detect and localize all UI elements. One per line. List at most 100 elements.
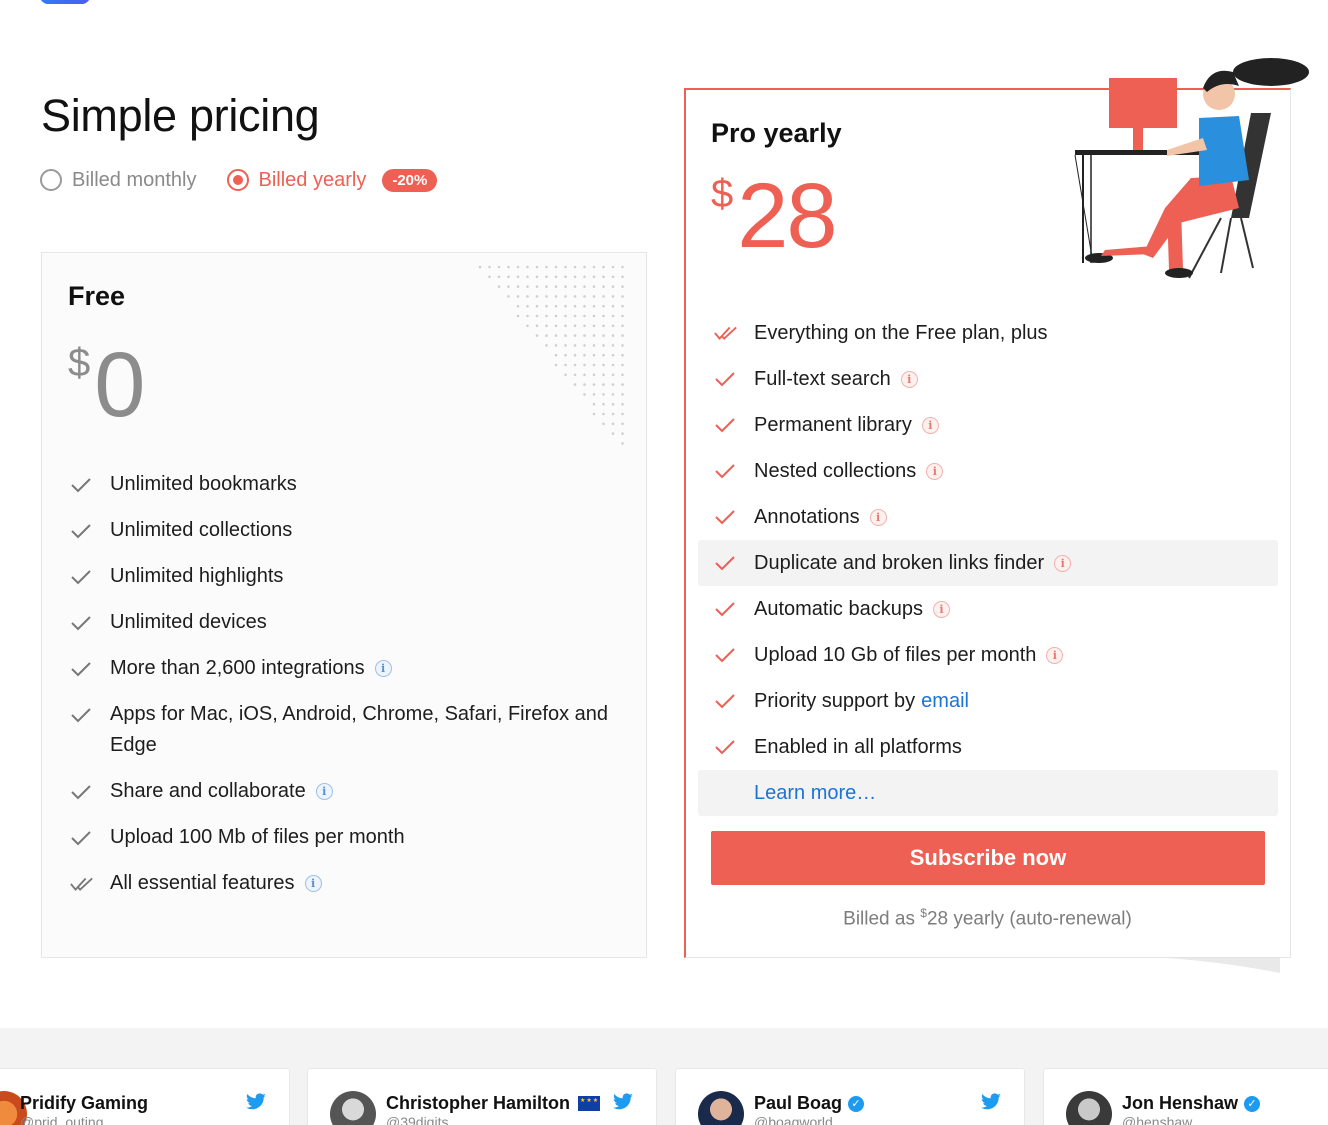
free-feature: Unlimited devices [70,607,630,638]
pro-feature-label: Annotations [754,505,860,528]
learn-more-link[interactable]: Learn more… [698,770,1278,816]
billed-monthly-label: Billed monthly [72,168,197,191]
free-price-amount: 0 [94,334,145,436]
check-icon [70,653,94,684]
pro-feature: Priority support by email [698,678,1278,724]
testimonial-card[interactable]: Paul Boag ✓ @boagworld [675,1068,1025,1125]
billed-yearly-option[interactable]: Billed yearly [226,168,367,192]
pro-feature-label: Duplicate and broken links finder [754,551,1045,574]
info-icon[interactable]: i [900,370,918,388]
testimonial-card[interactable]: Jon Henshaw ✓ @henshaw [1043,1068,1328,1125]
testimonial-handle: @prid_outing [20,1114,104,1125]
testimonial-name: Pridify Gaming [20,1093,149,1113]
pro-feature: Enabled in all platforms [698,724,1278,770]
info-icon[interactable]: i [869,508,887,526]
page-title: Simple pricing [41,90,320,141]
check-icon [714,540,738,586]
card-curl-shadow [1120,955,1280,973]
pro-price-amount: 28 [737,165,837,267]
billed-as-note: Billed as $28 yearly (auto-renewal) [686,906,1289,930]
testimonial-card[interactable]: Christopher Hamilton @39digits [307,1068,657,1125]
free-feature-label: More than 2,600 integrations [110,657,365,679]
check-icon [714,448,738,494]
pro-feature-label: Everything on the Free plan, plus [754,321,1048,344]
billed-yearly-label: Billed yearly [258,168,367,191]
discount-badge: -20% [382,168,438,192]
avatar [330,1091,376,1125]
billed-as-prefix: Billed as [843,908,921,930]
pro-feature-label: Full-text search [754,367,891,390]
info-icon[interactable]: i [932,600,950,618]
info-icon[interactable]: i [315,783,333,801]
pro-feature-label: Automatic backups [754,597,923,620]
testimonial-handle: @boagworld [754,1114,833,1125]
twitter-bird-icon[interactable] [980,1093,1002,1111]
radio-monthly[interactable] [40,169,62,191]
info-icon[interactable]: i [304,875,322,893]
pro-plan-title: Pro yearly [711,118,842,148]
free-feature: Unlimited highlights [70,561,630,592]
free-feature-label: Unlimited bookmarks [110,473,297,495]
free-feature-label: All essential features [110,872,295,894]
info-icon[interactable]: i [374,660,392,678]
check-icon [714,356,738,402]
check-icon [714,586,738,632]
check-icon [714,494,738,540]
billed-as-suffix: 28 yearly (auto-renewal) [926,908,1132,930]
radio-yearly[interactable] [226,169,249,191]
check-icon [714,724,738,770]
billing-toggle: Billed monthly Billed yearly -20% [40,166,438,194]
free-feature-label: Unlimited collections [110,519,293,541]
double-check-icon [714,310,738,356]
check-icon [70,699,94,730]
check-icon [70,776,94,807]
info-icon[interactable]: i [1046,646,1064,664]
free-feature-list: Unlimited bookmarks Unlimited collection… [70,469,630,914]
pro-price-currency: $ [711,172,734,216]
free-feature-label: Unlimited highlights [110,565,284,587]
pro-feature: Full-text search i [698,356,1278,402]
billed-monthly-option[interactable]: Billed monthly [40,169,197,192]
pro-feature: Upload 10 Gb of files per month i [698,632,1278,678]
pro-feature: Permanent library i [698,402,1278,448]
info-icon[interactable]: i [926,462,944,480]
email-link[interactable]: email [921,690,969,712]
free-plan-title: Free [68,281,126,311]
info-icon[interactable]: i [1054,554,1072,572]
pro-feature: Automatic backups i [698,586,1278,632]
twitter-bird-icon[interactable] [612,1093,634,1111]
check-icon [714,678,738,724]
subscribe-button[interactable]: Subscribe now [711,831,1265,885]
billed-as-currency: $ [920,906,927,920]
free-plan-card: Free $ 0 Unlimited bookmarks Unlimited c… [41,252,647,958]
free-feature-label: Apps for Mac, iOS, Android, Chrome, Safa… [110,703,608,756]
pro-feature-label: Priority support by [754,689,916,712]
pro-feature-highlighted[interactable]: Duplicate and broken links finder i [698,540,1278,586]
testimonial-name: Christopher Hamilton [386,1093,601,1114]
check-icon [70,607,94,638]
twitter-bird-icon[interactable] [245,1093,267,1111]
app-logo[interactable] [40,0,90,4]
free-feature: Share and collaborate i [70,776,630,807]
pro-feature-label: Upload 10 Gb of files per month [754,643,1037,666]
info-icon[interactable]: i [921,416,939,434]
verified-icon: ✓ [848,1095,865,1112]
verified-icon: ✓ [1244,1095,1261,1112]
pro-feature: Annotations i [698,494,1278,540]
testimonial-card[interactable]: Pridify Gaming @prid_outing [0,1068,290,1125]
free-feature-label: Share and collaborate [110,780,306,802]
pro-plan-card: Pro yearly $ 28 Everything on the Free p… [684,58,1309,958]
check-icon [70,469,94,500]
pro-feature: Nested collections i [698,448,1278,494]
double-check-icon [70,868,94,899]
pro-feature-list: Everything on the Free plan, plus Full-t… [698,310,1278,816]
check-icon [70,561,94,592]
check-icon [70,515,94,546]
free-plan-price: $ 0 [68,334,145,436]
testimonial-name: Paul Boag ✓ [754,1093,865,1114]
free-feature: Unlimited bookmarks [70,469,630,500]
pro-feature-label: Permanent library [754,413,912,436]
check-icon [70,822,94,853]
check-icon [714,402,738,448]
testimonial-name: Jon Henshaw ✓ [1122,1093,1261,1114]
